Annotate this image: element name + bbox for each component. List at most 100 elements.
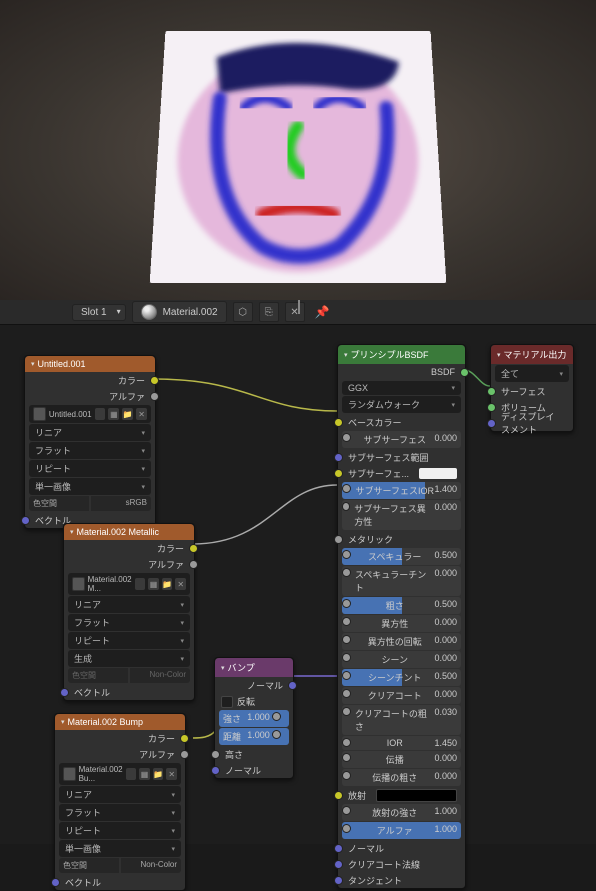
output-socket-alpha[interactable] (180, 750, 189, 759)
open-image-icon[interactable]: 📁 (162, 578, 173, 590)
input-socket[interactable] (342, 806, 351, 815)
new-image-icon[interactable]: ▦ (108, 408, 119, 420)
input-socket[interactable] (342, 568, 351, 577)
input-socket-base-color[interactable] (334, 418, 343, 427)
input-socket-surface[interactable] (487, 387, 496, 396)
close-button[interactable]: ✕ (285, 302, 305, 322)
colorspace-row[interactable]: 色空間 Non-Color (59, 858, 181, 873)
trans-rough-slider[interactable]: 伝播の粗さ0.000 (342, 769, 461, 786)
shield-button[interactable]: ⬡ (233, 302, 253, 322)
node-material-output[interactable]: ▾マテリアル出力 全て サーフェス ボリューム ディスプレイスメント (490, 344, 574, 432)
input-socket-cc-normal[interactable] (334, 860, 343, 869)
material-slot-dropdown[interactable]: Slot 1 (72, 304, 126, 321)
projection-dropdown[interactable]: フラット (68, 614, 190, 631)
node-image-texture-bump[interactable]: ▾Material.002 Bump カラー アルファ Material.002… (54, 713, 186, 891)
output-socket-color[interactable] (189, 544, 198, 553)
input-socket-metallic[interactable] (334, 535, 343, 544)
subsurface-slider[interactable]: サブサーフェス0.000 (342, 431, 461, 448)
node-principled-bsdf[interactable]: ▾プリンシプルBSDF BSDF GGX ランダムウォーク ベースカラー サブサ… (337, 344, 466, 889)
extension-dropdown[interactable]: リピート (29, 460, 151, 477)
distance-slider[interactable]: 距離1.000 (219, 728, 289, 745)
sss-ior-slider[interactable]: サブサーフェスIOR1.400 (342, 482, 461, 499)
input-socket-emission[interactable] (334, 791, 343, 800)
input-socket[interactable] (342, 635, 351, 644)
clearcoat-slider[interactable]: クリアコート0.000 (342, 687, 461, 704)
image-datablock-selector[interactable]: Material.002 M... ▦ 📁 ✕ (68, 573, 190, 595)
user-count-icon[interactable] (95, 408, 106, 420)
collapse-icon[interactable]: ▾ (497, 351, 501, 359)
input-socket-tangent[interactable] (334, 876, 343, 885)
collapse-icon[interactable]: ▾ (70, 528, 74, 536)
input-socket-vector[interactable] (60, 688, 69, 697)
input-socket[interactable] (342, 433, 351, 442)
output-socket-color[interactable] (180, 734, 189, 743)
open-image-icon[interactable]: 📁 (153, 768, 164, 780)
user-count-icon[interactable] (126, 768, 137, 780)
projection-dropdown[interactable]: フラット (59, 804, 181, 821)
user-count-icon[interactable] (135, 578, 146, 590)
input-socket-sss-radius[interactable] (334, 453, 343, 462)
strength-slider[interactable]: 強さ1.000 (219, 710, 289, 727)
target-dropdown[interactable]: 全て (495, 365, 569, 382)
input-socket[interactable] (342, 771, 351, 780)
ior-slider[interactable]: IOR1.450 (342, 736, 461, 750)
node-header[interactable]: ▾Untitled.001 (25, 356, 155, 372)
input-socket-strength[interactable] (272, 712, 281, 721)
input-socket[interactable] (342, 753, 351, 762)
input-socket-normal[interactable] (211, 766, 220, 775)
input-socket-height[interactable] (211, 750, 220, 759)
copy-button[interactable]: ⎘ (259, 302, 279, 322)
sss-aniso-slider[interactable]: サブサーフェス異方性0.000 (342, 500, 461, 530)
sheen-slider[interactable]: シーン0.000 (342, 651, 461, 668)
new-image-icon[interactable]: ▦ (139, 768, 150, 780)
collapse-icon[interactable]: ▾ (344, 351, 348, 359)
distribution-dropdown[interactable]: GGX (342, 381, 461, 395)
sheen-tint-slider[interactable]: シーンチント0.500 (342, 669, 461, 686)
roughness-slider[interactable]: 粗さ0.500 (342, 597, 461, 614)
specular-slider[interactable]: スペキュラー0.500 (342, 548, 461, 565)
sss-method-dropdown[interactable]: ランダムウォーク (342, 396, 461, 413)
source-dropdown[interactable]: 単一画像 (29, 478, 151, 495)
cc-rough-slider[interactable]: クリアコートの粗さ0.030 (342, 705, 461, 735)
input-socket[interactable] (342, 599, 351, 608)
pin-icon[interactable]: 📌 (315, 305, 330, 319)
input-socket[interactable] (342, 550, 351, 559)
input-socket[interactable] (342, 689, 351, 698)
interpolation-dropdown[interactable]: リニア (59, 786, 181, 803)
node-editor-canvas[interactable]: ▾Untitled.001 カラー アルファ Untitled.001 ▦ 📁 … (0, 325, 596, 844)
viewport-3d[interactable] (0, 0, 596, 300)
input-socket[interactable] (342, 502, 350, 511)
interpolation-dropdown[interactable]: リニア (68, 596, 190, 613)
colorspace-row[interactable]: 色空間 Non-Color (68, 668, 190, 683)
input-socket[interactable] (342, 484, 351, 493)
input-socket-displacement[interactable] (487, 419, 496, 428)
input-socket-normal[interactable] (334, 844, 343, 853)
collapse-icon[interactable]: ▾ (31, 360, 35, 368)
input-socket-vector[interactable] (51, 878, 60, 887)
output-socket-alpha[interactable] (189, 560, 198, 569)
new-image-icon[interactable]: ▦ (148, 578, 159, 590)
node-image-texture-untitled001[interactable]: ▾Untitled.001 カラー アルファ Untitled.001 ▦ 📁 … (24, 355, 156, 529)
output-socket-alpha[interactable] (150, 392, 159, 401)
node-header[interactable]: ▾バンプ (215, 658, 293, 677)
node-header[interactable]: ▾プリンシプルBSDF (338, 345, 465, 364)
aniso-slider[interactable]: 異方性0.000 (342, 615, 461, 632)
node-header[interactable]: ▾マテリアル出力 (491, 345, 573, 364)
unlink-icon[interactable]: ✕ (175, 578, 186, 590)
alpha-slider[interactable]: アルファ1.000 (342, 822, 461, 839)
projection-dropdown[interactable]: フラット (29, 442, 151, 459)
node-header[interactable]: ▾Material.002 Bump (55, 714, 185, 730)
input-socket[interactable] (342, 617, 351, 626)
output-socket-bsdf[interactable] (460, 368, 469, 377)
transmission-slider[interactable]: 伝播0.000 (342, 751, 461, 768)
colorspace-row[interactable]: 色空間 sRGB (29, 496, 151, 511)
collapse-icon[interactable]: ▾ (61, 718, 65, 726)
node-header[interactable]: ▾Material.002 Metallic (64, 524, 194, 540)
source-dropdown[interactable]: 生成 (68, 650, 190, 667)
image-datablock-selector[interactable]: Untitled.001 ▦ 📁 ✕ (29, 405, 151, 423)
extension-dropdown[interactable]: リピート (59, 822, 181, 839)
extension-dropdown[interactable]: リピート (68, 632, 190, 649)
input-socket[interactable] (342, 653, 351, 662)
output-socket-normal[interactable] (288, 681, 297, 690)
spec-tint-slider[interactable]: スペキュラーチント0.000 (342, 566, 461, 596)
